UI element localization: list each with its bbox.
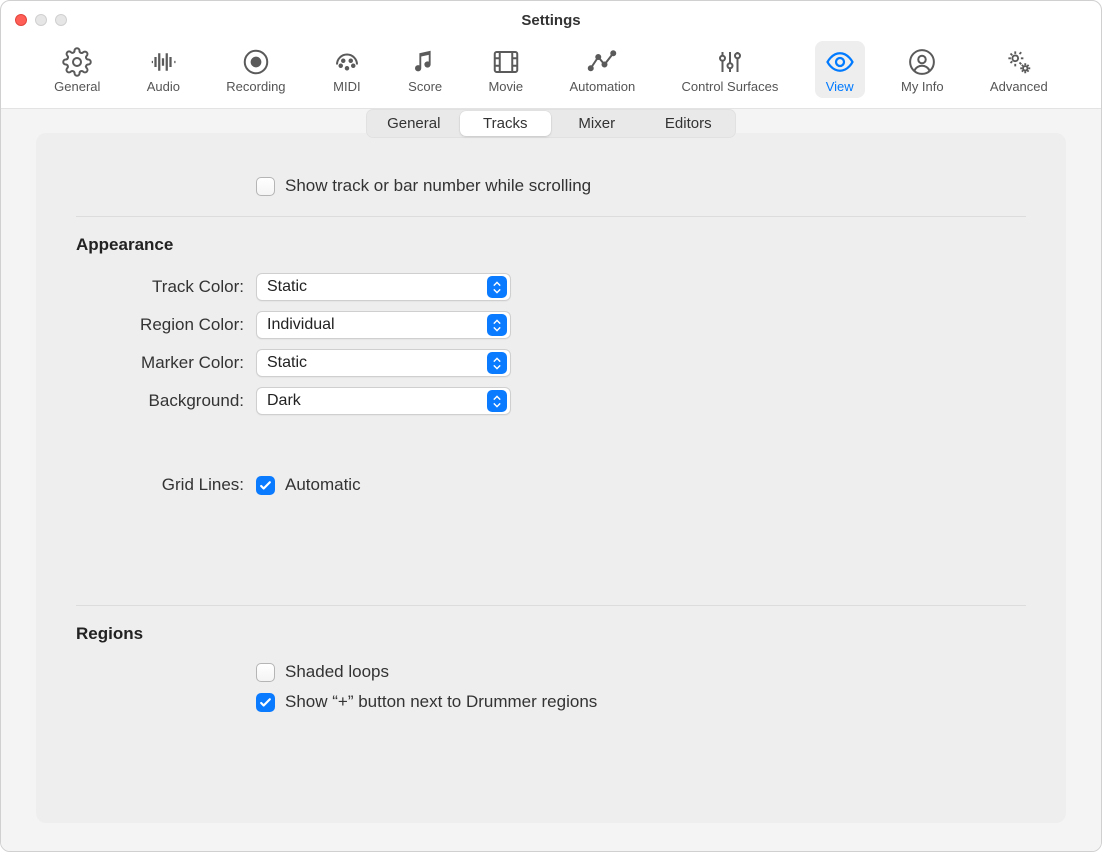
toolbar-score[interactable]: Score: [398, 41, 452, 98]
toolbar-label: My Info: [901, 79, 944, 94]
film-icon: [491, 47, 521, 77]
select-arrows-icon: [487, 276, 507, 298]
grid-lines-label: Grid Lines:: [76, 475, 244, 495]
person-circle-icon: [907, 47, 937, 77]
view-segmented-control: General Tracks Mixer Editors: [366, 109, 736, 138]
section-regions-title: Regions: [76, 624, 1026, 644]
midi-icon: [332, 47, 362, 77]
checkbox-label: Show “+” button next to Drummer regions: [285, 692, 597, 712]
select-arrows-icon: [487, 390, 507, 412]
inner-panel: General Tracks Mixer Editors Show track …: [36, 133, 1066, 823]
waveform-icon: [148, 47, 178, 77]
toolbar-midi[interactable]: MIDI: [322, 41, 372, 98]
toolbar-control-surfaces[interactable]: Control Surfaces: [672, 41, 789, 98]
toolbar-automation[interactable]: Automation: [559, 41, 645, 98]
toolbar-label: MIDI: [333, 79, 360, 94]
region-color-label: Region Color:: [76, 315, 244, 335]
background-select[interactable]: Dark: [256, 387, 511, 415]
toolbar-movie[interactable]: Movie: [478, 41, 533, 98]
select-arrows-icon: [487, 314, 507, 336]
toolbar-my-info[interactable]: My Info: [891, 41, 954, 98]
marker-color-label: Marker Color:: [76, 353, 244, 373]
settings-toolbar: General Audio Recording MIDI Score: [1, 39, 1101, 109]
automation-icon: [587, 47, 617, 77]
checkbox-shaded-loops[interactable]: [256, 663, 275, 682]
toolbar-audio[interactable]: Audio: [137, 41, 190, 98]
toolbar-recording[interactable]: Recording: [216, 41, 295, 98]
window-title: Settings: [1, 12, 1101, 29]
checkbox-label: Shaded loops: [285, 662, 389, 682]
sliders-icon: [715, 47, 745, 77]
toolbar-label: Recording: [226, 79, 285, 94]
titlebar: Settings: [1, 1, 1101, 39]
segment-editors[interactable]: Editors: [643, 111, 735, 136]
checkbox-show-plus-drummer[interactable]: [256, 693, 275, 712]
settings-window: Settings General Audio Recording MIDI: [0, 0, 1102, 852]
section-appearance-title: Appearance: [76, 235, 1026, 255]
toolbar-label: View: [826, 79, 854, 94]
toolbar-label: Advanced: [990, 79, 1048, 94]
gear-icon: [62, 47, 92, 77]
region-color-select[interactable]: Individual: [256, 311, 511, 339]
checkbox-grid-lines[interactable]: [256, 476, 275, 495]
segment-general[interactable]: General: [368, 111, 460, 136]
checkbox-label: Show track or bar number while scrolling: [285, 176, 591, 196]
segment-mixer[interactable]: Mixer: [551, 111, 643, 136]
select-value: Static: [267, 354, 307, 372]
music-notes-icon: [410, 47, 440, 77]
toolbar-general[interactable]: General: [44, 41, 110, 98]
track-color-label: Track Color:: [76, 277, 244, 297]
segment-tracks[interactable]: Tracks: [460, 111, 552, 136]
select-value: Static: [267, 278, 307, 296]
select-value: Individual: [267, 316, 335, 334]
toolbar-label: Automation: [569, 79, 635, 94]
select-arrows-icon: [487, 352, 507, 374]
toolbar-view[interactable]: View: [815, 41, 865, 98]
eye-icon: [825, 47, 855, 77]
toolbar-advanced[interactable]: Advanced: [980, 41, 1058, 98]
toolbar-label: Movie: [488, 79, 523, 94]
toolbar-label: General: [54, 79, 100, 94]
grid-lines-value: Automatic: [285, 475, 361, 495]
background-label: Background:: [76, 391, 244, 411]
toolbar-label: Audio: [147, 79, 180, 94]
content-area: General Tracks Mixer Editors Show track …: [1, 109, 1101, 851]
toolbar-label: Control Surfaces: [682, 79, 779, 94]
select-value: Dark: [267, 392, 301, 410]
marker-color-select[interactable]: Static: [256, 349, 511, 377]
record-icon: [241, 47, 271, 77]
checkbox-show-track-bar[interactable]: [256, 177, 275, 196]
track-color-select[interactable]: Static: [256, 273, 511, 301]
gears-icon: [1004, 47, 1034, 77]
toolbar-label: Score: [408, 79, 442, 94]
